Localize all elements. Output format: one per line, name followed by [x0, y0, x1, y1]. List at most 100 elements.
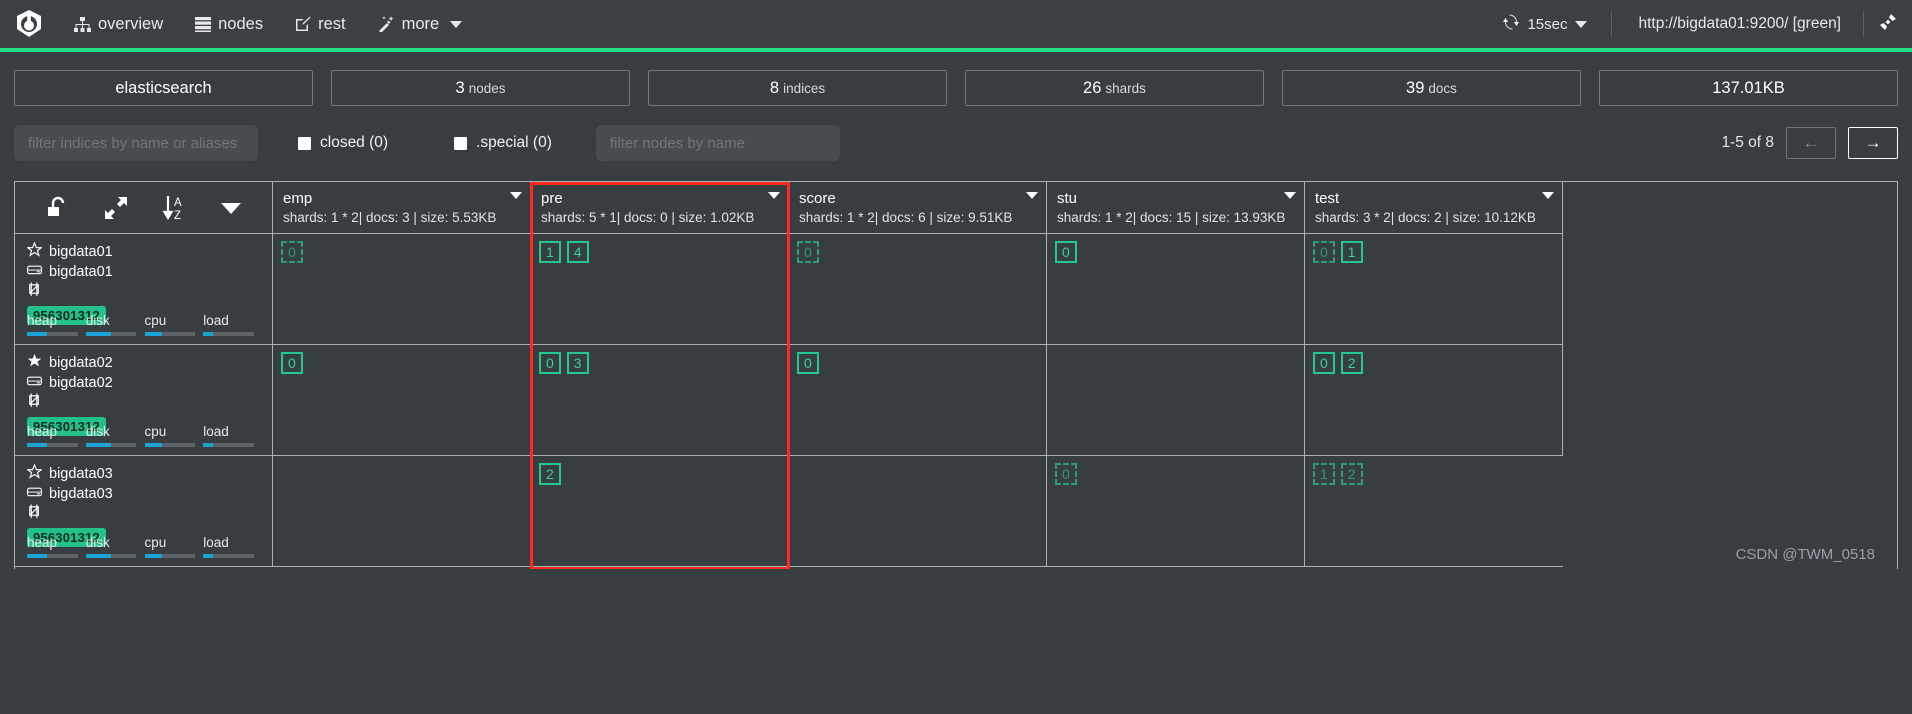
navbar-accent-bar — [0, 48, 1912, 52]
hdd-icon — [27, 485, 43, 504]
checkbox-closed-box[interactable] — [298, 136, 311, 150]
cluster-url-label[interactable]: http://bigdata01:9200/ [green] — [1630, 15, 1849, 33]
stat-box-0[interactable]: elasticsearch — [14, 70, 313, 106]
meter-cpu[interactable]: cpu — [144, 424, 204, 447]
sort-alpha-down-icon[interactable]: AZ — [162, 194, 188, 222]
meter-track — [27, 332, 78, 336]
shard-primary[interactable]: 0 — [281, 352, 303, 374]
shard-primary[interactable]: 0 — [1055, 241, 1077, 263]
app-logo[interactable] — [0, 0, 58, 48]
index-menu-caret-icon[interactable] — [1026, 192, 1038, 199]
meter-fill — [85, 332, 111, 336]
plug-icon[interactable] — [1878, 12, 1898, 36]
index-name: score — [799, 190, 836, 207]
shard-replica[interactable]: 0 — [281, 241, 303, 263]
index-summary: shards: 5 * 1| docs: 0 | size: 1.02KB — [541, 210, 755, 225]
node-settings-line[interactable] — [27, 503, 262, 525]
server-list-icon — [195, 16, 212, 32]
stat-box-5[interactable]: 137.01KB — [1599, 70, 1898, 106]
stat-box-3[interactable]: 26 shards — [965, 70, 1264, 106]
index-menu-caret-icon[interactable] — [1542, 192, 1554, 199]
meter-label: load — [203, 535, 229, 550]
meter-track — [203, 554, 254, 558]
meter-fill — [203, 443, 214, 447]
shard-primary[interactable]: 1 — [1340, 241, 1363, 263]
index-menu-caret-icon[interactable] — [510, 192, 522, 199]
caret-down-icon[interactable] — [220, 201, 242, 215]
shard-replica[interactable]: 2 — [1340, 463, 1363, 485]
node-host-line: bigdata02 — [27, 373, 262, 393]
index-menu-caret-icon[interactable] — [1284, 192, 1296, 199]
index-column-header-stu[interactable]: stu shards: 1 * 2| docs: 15 | size: 13.93… — [1047, 182, 1305, 234]
node-cell-bigdata01: bigdata01 bigdata01 956301312 heap disk cpu lo… — [15, 234, 273, 345]
index-column-header-pre[interactable]: pre shards: 5 * 1| docs: 0 | size: 1.02KB — [531, 182, 789, 234]
top-navbar: overview nodes rest more 15sec http://bi… — [0, 0, 1912, 52]
meter-load[interactable]: load — [203, 424, 262, 447]
index-column-header-score[interactable]: score shards: 1 * 2| docs: 6 | size: 9.51… — [789, 182, 1047, 234]
elasticsearch-head-logo-icon — [17, 10, 41, 37]
stat-box-4[interactable]: 39 docs — [1282, 70, 1581, 106]
shard-primary[interactable]: 0 — [539, 352, 561, 374]
shard-primary[interactable]: 0 — [797, 352, 819, 374]
filter-nodes-input[interactable] — [595, 125, 840, 161]
checkbox-closed[interactable]: closed (0) — [298, 134, 388, 152]
meter-cpu[interactable]: cpu — [144, 313, 204, 336]
shard-primary[interactable]: 2 — [539, 463, 561, 485]
stat-box-1[interactable]: 3 nodes — [331, 70, 630, 106]
nav-item-rest[interactable]: rest — [279, 0, 362, 48]
nav-item-nodes[interactable]: nodes — [179, 0, 279, 48]
expand-arrows-icon[interactable] — [103, 195, 129, 221]
shard-replica[interactable]: 0 — [1313, 241, 1335, 263]
meter-track — [203, 443, 254, 447]
shard-cell: 0 — [273, 234, 531, 345]
meter-disk[interactable]: disk — [85, 313, 145, 336]
shard-primary[interactable]: 4 — [566, 241, 589, 263]
meter-heap[interactable]: heap — [27, 535, 86, 558]
navbar-divider-2 — [1863, 11, 1864, 37]
index-column-header-emp[interactable]: emp shards: 1 * 2| docs: 3 | size: 5.53KB — [273, 182, 531, 234]
node-settings-icon[interactable] — [27, 281, 42, 303]
node-settings-icon[interactable] — [27, 503, 42, 525]
meter-load[interactable]: load — [203, 313, 262, 336]
refresh-interval-selector[interactable]: 15sec — [1497, 14, 1593, 34]
star-filled-icon — [27, 353, 42, 374]
node-settings-icon[interactable] — [27, 392, 42, 414]
shard-primary[interactable]: 1 — [539, 241, 561, 263]
meter-heap[interactable]: heap — [27, 424, 86, 447]
meter-heap[interactable]: heap — [27, 313, 86, 336]
meter-label: heap — [27, 424, 58, 439]
shard-replica[interactable]: 0 — [1055, 463, 1077, 485]
node-settings-line[interactable] — [27, 392, 262, 414]
stat-box-2[interactable]: 8 indices — [648, 70, 947, 106]
index-menu-caret-icon[interactable] — [768, 192, 780, 199]
unlock-padlock-icon[interactable] — [45, 195, 71, 221]
checkbox-special[interactable]: .special (0) — [454, 134, 552, 152]
table-grid: A Z emp shards: 1 * 2| docs: 3 | size: 5.53… — [15, 182, 1897, 567]
nav-item-overview[interactable]: overview — [58, 0, 179, 48]
meter-track — [27, 443, 78, 447]
pagination-prev-button[interactable]: ← — [1786, 127, 1836, 159]
node-meters: heap disk cpu load — [27, 424, 262, 447]
magic-wand-icon — [378, 16, 395, 32]
nav-item-overview-label: overview — [98, 14, 164, 33]
index-column-header-test[interactable]: test shards: 3 * 2| docs: 2 | size: 10.12… — [1305, 182, 1563, 234]
meter-cpu[interactable]: cpu — [144, 535, 204, 558]
shard-replica[interactable]: 1 — [1313, 463, 1335, 485]
index-name: test — [1315, 190, 1340, 207]
nav-item-more[interactable]: more — [362, 0, 479, 48]
checkbox-special-box[interactable] — [454, 136, 468, 150]
chevron-down-icon — [1575, 20, 1588, 28]
pagination-next-button[interactable]: → — [1848, 127, 1898, 159]
shard-primary[interactable]: 3 — [566, 352, 589, 374]
shard-primary[interactable]: 2 — [1340, 352, 1363, 374]
meter-load[interactable]: load — [203, 535, 262, 558]
meter-disk[interactable]: disk — [85, 535, 145, 558]
index-summary: shards: 1 * 2| docs: 15 | size: 13.93KB — [1057, 210, 1286, 225]
index-name: pre — [541, 190, 563, 207]
shard-primary[interactable]: 0 — [1313, 352, 1335, 374]
shard-replica[interactable]: 0 — [797, 241, 819, 263]
meter-disk[interactable]: disk — [85, 424, 145, 447]
node-settings-line[interactable] — [27, 281, 262, 303]
filter-indices-input[interactable] — [14, 125, 258, 161]
meter-track — [85, 554, 137, 558]
